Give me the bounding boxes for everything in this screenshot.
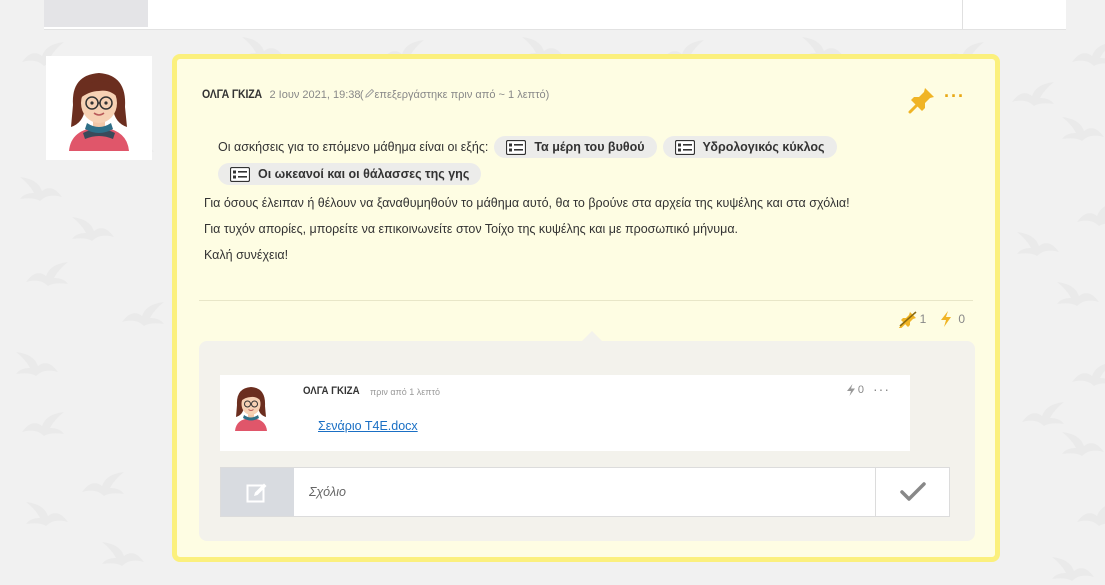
background-bird-icon (70, 215, 116, 245)
edit-note-icon (246, 483, 267, 503)
background-bird-icon (1070, 40, 1105, 70)
background-bird-icon (1020, 400, 1066, 430)
background-bird-icon (20, 410, 66, 440)
post-edited-note: (επεξεργάστηκε πριν από ~ 1 λεπτό) (359, 88, 550, 101)
pencil-icon (364, 88, 374, 98)
background-bird-icon (14, 350, 60, 380)
avatar-girl-icon (55, 65, 143, 151)
post-header: ΟΛΓΑ ΓΚΙΖΑ 2 Ιουν 2021, 19:38 (επεξεργάσ… (202, 87, 549, 101)
comment-author-name[interactable]: ΟΛΓΑ ΓΚΙΖΑ (303, 385, 360, 397)
post-separator (199, 300, 973, 301)
bolt-count: 0 (958, 312, 965, 326)
checkmark-icon (900, 482, 926, 501)
commenter-avatar-icon[interactable] (228, 383, 274, 431)
comment-bolt-button[interactable]: 0 (845, 383, 864, 397)
list-card-icon (506, 139, 527, 155)
lightning-bolt-icon (846, 384, 855, 396)
comments-notch (582, 331, 602, 341)
attachment-label: Υδρολογικός κύκλος (702, 140, 825, 154)
comments-section: ΟΛΓΑ ΓΚΙΖΑ πριν από 1 λεπτό 0 ··· Σενάρι… (199, 331, 975, 541)
post-card: ΟΛΓΑ ΓΚΙΖΑ 2 Ιουν 2021, 19:38 (επεξεργάσ… (172, 54, 1000, 562)
background-bird-icon (18, 175, 64, 205)
background-bird-icon (1015, 230, 1061, 260)
post-date: 2 Ιουν 2021, 19:38 (269, 89, 361, 101)
list-card-icon (230, 166, 250, 182)
comment-bolt-count: 0 (857, 384, 864, 396)
comment-time: πριν από 1 λεπτό (370, 387, 441, 397)
comment-more-menu-button[interactable]: ··· (873, 381, 890, 397)
attachment-chip[interactable]: Υδρολογικός κύκλος (662, 136, 837, 158)
top-toolbar-strip (44, 0, 1066, 30)
background-bird-icon (1055, 280, 1101, 310)
background-bird-icon (1060, 430, 1105, 460)
comment-item: ΟΛΓΑ ΓΚΙΖΑ πριν από 1 λεπτό 0 ··· Σενάρι… (220, 375, 910, 451)
attachment-label: Οι ωκεανοί και οι θάλασσες της γης (258, 167, 470, 181)
unpin-count-button[interactable]: 1 (898, 310, 927, 328)
post-edited-text: επεξεργάστηκε πριν από ~ 1 λεπτό (374, 89, 546, 101)
pin-crossed-icon (898, 311, 917, 328)
comment-input-row (220, 467, 950, 517)
post-reactions: 1 0 (888, 310, 965, 328)
attachment-chip[interactable]: Τα μέρη του βυθού (494, 136, 657, 158)
background-bird-icon (1070, 360, 1105, 390)
top-strip-tab[interactable] (44, 0, 148, 27)
background-bird-icon (24, 500, 70, 530)
list-card-icon (674, 139, 695, 155)
background-bird-icon (80, 470, 126, 500)
background-bird-icon (1060, 115, 1105, 145)
comment-submit-button[interactable] (875, 468, 949, 516)
background-bird-icon (100, 540, 146, 570)
post-intro-line: Οι ασκήσεις για το επόμενο μάθημα είναι … (218, 135, 972, 159)
background-bird-icon (1075, 500, 1105, 530)
post-author-name[interactable]: ΟΛΓΑ ΓΚΙΖΑ (202, 87, 262, 101)
post-paragraph: Για τυχόν απορίες, μπορείτε να επικοινων… (204, 222, 739, 236)
post-more-menu-button[interactable]: ··· (944, 87, 965, 105)
lightning-bolt-icon (941, 311, 952, 327)
attachment-label: Τα μέρη του βυθού (534, 140, 645, 154)
post-body: Οι ασκήσεις για το επόμενο μάθημα είναι … (202, 135, 972, 266)
top-strip-divider (962, 0, 963, 29)
author-avatar[interactable] (46, 56, 152, 160)
attachment-chip[interactable]: Οι ωκεανοί και οι θάλασσες της γης (218, 163, 482, 185)
background-bird-icon (120, 300, 166, 330)
comment-edit-box (221, 468, 294, 516)
post-intro-text: Οι ασκήσεις για το επόμενο μάθημα είναι … (218, 140, 489, 154)
background-bird-icon (1050, 555, 1096, 585)
background-bird-icon (24, 260, 70, 290)
bolt-count-button[interactable]: 0 (936, 310, 965, 328)
comment-input[interactable] (301, 468, 877, 516)
background-bird-icon (1010, 80, 1056, 110)
background-bird-icon (1075, 200, 1105, 230)
pin-count: 1 (919, 312, 927, 326)
pin-icon[interactable] (907, 85, 937, 115)
post-paragraph: Καλή συνέχεια! (204, 248, 289, 262)
post-attachments-line: Οι ωκεανοί και οι θάλασσες της γης (218, 162, 972, 186)
comment-attachment-link[interactable]: Σενάριο Τ4Ε.docx (318, 419, 418, 433)
post-paragraph: Για όσους έλειπαν ή θέλουν να ξαναθυμηθο… (204, 196, 850, 210)
